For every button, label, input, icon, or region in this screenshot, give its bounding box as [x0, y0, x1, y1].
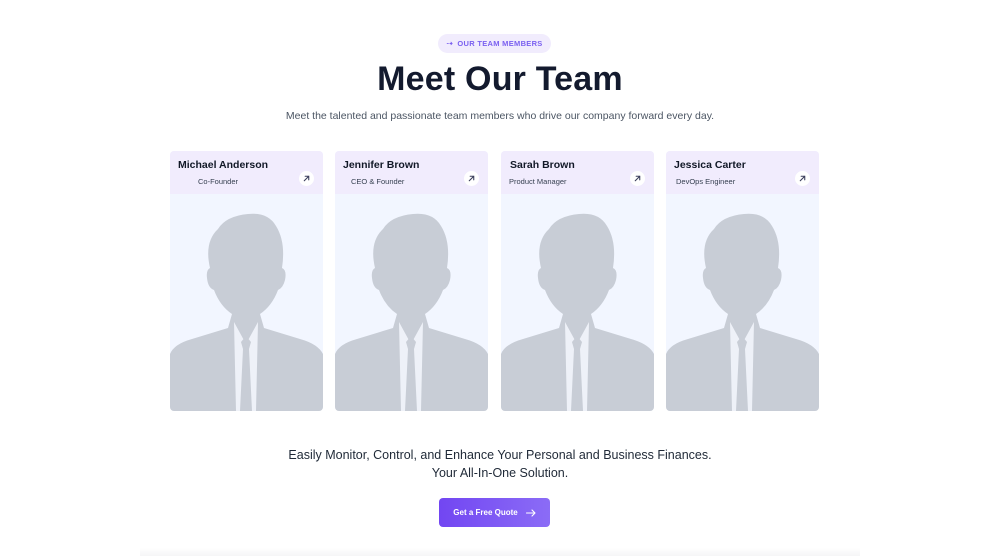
arrow-up-right-icon[interactable]: [630, 171, 645, 186]
team-member-role: Co-Founder: [198, 177, 239, 186]
team-grid: Michael Anderson Co-Founder Jennifer Bro…: [170, 151, 820, 411]
section-badge-label: OUR TEAM MEMBERS: [457, 39, 543, 48]
page-title: Meet Our Team: [377, 60, 623, 98]
team-card-header: Jessica Carter DevOps Engineer: [666, 151, 819, 194]
cta-tagline: Easily Monitor, Control, and Enhance You…: [0, 446, 1000, 482]
arrow-up-right-icon[interactable]: [464, 171, 479, 186]
team-member-role: Product Manager: [509, 177, 567, 186]
team-member-name: Jessica Carter: [674, 159, 746, 171]
page-subtitle: Meet the talented and passionate team me…: [285, 110, 715, 122]
arrow-up-right-icon[interactable]: [299, 171, 314, 186]
team-member-name: Jennifer Brown: [343, 159, 420, 171]
team-card-header: Sarah Brown Product Manager: [501, 151, 654, 194]
arrow-up-right-icon[interactable]: [795, 171, 810, 186]
team-card-header: Jennifer Brown CEO & Founder: [335, 151, 488, 194]
team-card-sarah-brown[interactable]: Sarah Brown Product Manager: [501, 151, 654, 411]
get-free-quote-label: Get a Free Quote: [453, 508, 518, 517]
person-silhouette-icon: [501, 213, 654, 411]
team-member-role: CEO & Founder: [351, 177, 405, 186]
cta-tagline-line-2: Your All-In-One Solution.: [431, 466, 569, 480]
person-silhouette-icon: [666, 213, 819, 411]
arrow-right-icon: ⇢: [446, 38, 454, 48]
team-member-role: DevOps Engineer: [676, 177, 736, 186]
person-silhouette-icon: [335, 213, 488, 411]
section-badge: ⇢ OUR TEAM MEMBERS: [438, 34, 551, 53]
section-divider: [140, 548, 860, 556]
team-card-michael-anderson[interactable]: Michael Anderson Co-Founder: [170, 151, 323, 411]
cta-tagline-line-1: Easily Monitor, Control, and Enhance You…: [288, 448, 712, 462]
team-member-name: Michael Anderson: [178, 159, 269, 171]
arrow-right-icon: [525, 508, 536, 517]
team-card-header: Michael Anderson Co-Founder: [170, 151, 323, 194]
team-card-jessica-carter[interactable]: Jessica Carter DevOps Engineer: [666, 151, 819, 411]
team-card-jennifer-brown[interactable]: Jennifer Brown CEO & Founder: [335, 151, 488, 411]
get-free-quote-button[interactable]: Get a Free Quote: [439, 498, 550, 527]
person-silhouette-icon: [170, 213, 323, 411]
team-member-name: Sarah Brown: [510, 159, 575, 171]
